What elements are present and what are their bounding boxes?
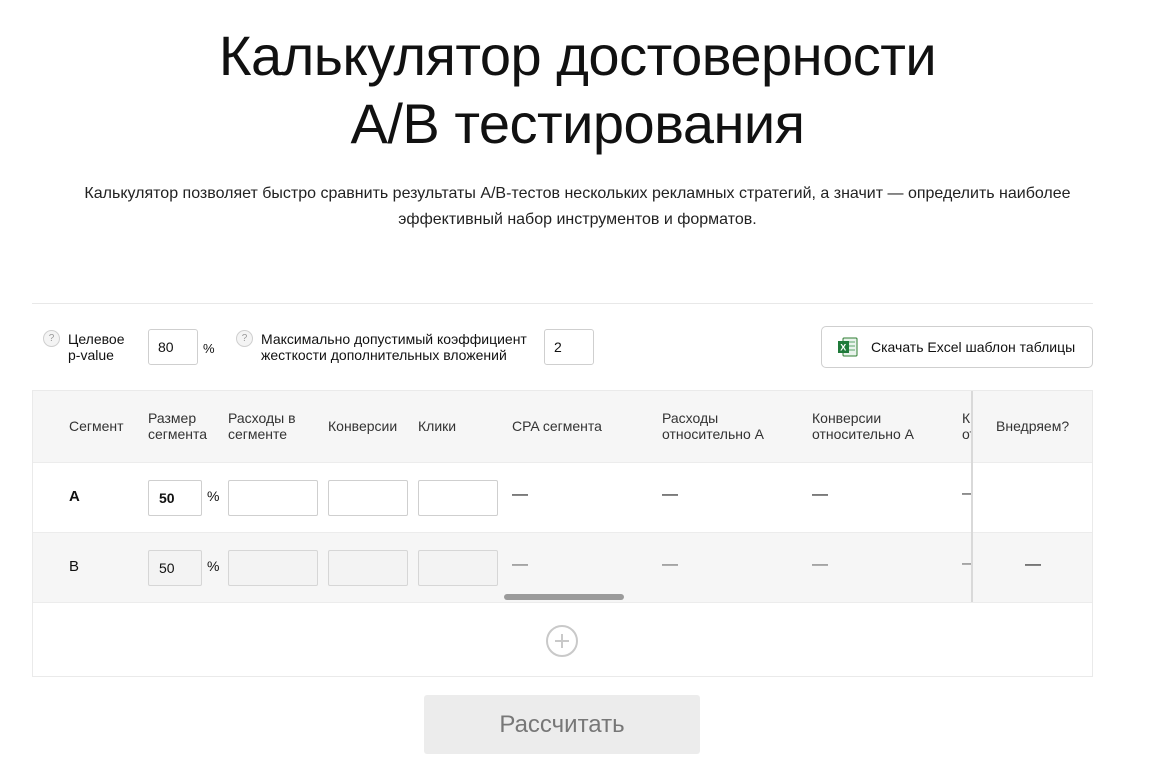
header-conversions-relative-line1: Конверсии [812, 410, 882, 426]
divider [32, 303, 1093, 304]
header-clicks: Клики [418, 418, 457, 434]
download-excel-button[interactable]: X Скачать Excel шаблон таблицы [821, 326, 1093, 368]
page-title-line2: A/B тестирования [350, 92, 806, 155]
segment-size-unit: % [207, 558, 220, 574]
cpa-value: — [512, 556, 528, 573]
coef-label: Максимально допустимый коэффициент жестк… [261, 331, 527, 363]
coef-input[interactable] [544, 329, 594, 365]
pvalue-label: Целевое p-value [68, 331, 125, 363]
header-size-line1: Размер [148, 410, 197, 426]
header-conversions-relative-line2: относительно А [812, 426, 915, 442]
table-row: A % — — — — [33, 462, 1092, 532]
header-cpa: CPA сегмента [512, 418, 602, 434]
segments-table: Сегмент Размер сегмента Расходы в сегмен… [32, 390, 1093, 677]
pvalue-label-line1: Целевое [68, 331, 125, 347]
pvalue-unit: % [203, 341, 215, 356]
excel-icon-letter: X [840, 343, 846, 353]
header-spend: Расходы в сегменте [228, 410, 296, 442]
coef-label-line1: Максимально допустимый коэффициент [261, 331, 527, 347]
conversions-input[interactable] [328, 550, 408, 586]
calculate-button[interactable]: Рассчитать [424, 695, 700, 754]
header-size-line2: сегмента [148, 426, 208, 442]
conversions-relative-value: — [812, 486, 828, 503]
segment-size-input[interactable] [148, 480, 202, 516]
segment-label: A [69, 488, 80, 505]
header-segment: Сегмент [69, 418, 124, 434]
help-icon[interactable]: ? [236, 330, 253, 347]
spend-relative-value: — [662, 486, 678, 503]
page-subtitle: Калькулятор позволяет быстро сравнить ре… [84, 185, 1071, 228]
header-implement: Внедряем? [996, 418, 1070, 434]
add-row-area [33, 602, 1092, 676]
table-header: Сегмент Размер сегмента Расходы в сегмен… [33, 391, 1092, 462]
implement-column: Внедряем? — [971, 391, 1092, 602]
implement-cell: — [973, 532, 1092, 602]
excel-icon: X [837, 336, 859, 358]
header-spend-line1: Расходы в [228, 410, 296, 426]
header-spend-line2: сегменте [228, 426, 288, 442]
implement-value: — [1025, 556, 1041, 573]
header-conversions-relative: Конверсии относительно А [812, 410, 914, 442]
spend-relative-value: — [662, 556, 678, 573]
clicks-input[interactable] [418, 550, 498, 586]
page-title: Калькулятор достоверности A/B тестирован… [0, 22, 1155, 158]
header-spend-relative-line1: Расходы [662, 410, 719, 426]
add-segment-icon[interactable] [546, 625, 578, 657]
coef-label-line2: жесткости дополнительных вложений [261, 347, 507, 363]
implement-cell [973, 462, 1092, 532]
conversions-input[interactable] [328, 480, 408, 516]
conversions-relative-value: — [812, 556, 828, 573]
download-excel-label: Скачать Excel шаблон таблицы [871, 339, 1076, 355]
cpa-value: — [512, 486, 528, 503]
header-conversions: Конверсии [328, 418, 398, 434]
segment-label: B [69, 558, 80, 575]
header-spend-relative: Расходы относительно А [662, 410, 764, 442]
pvalue-input[interactable] [148, 329, 198, 365]
clicks-input[interactable] [418, 480, 498, 516]
spend-input[interactable] [228, 480, 318, 516]
header-implement-cell: Внедряем? [973, 391, 1092, 462]
pvalue-label-line2: p-value [68, 347, 114, 363]
page-title-line1: Калькулятор достоверности [218, 24, 937, 87]
segment-size-input[interactable] [148, 550, 202, 586]
header-size: Размер сегмента [148, 410, 207, 442]
horizontal-scrollbar[interactable] [504, 594, 624, 600]
header-spend-relative-line2: относительно А [662, 426, 765, 442]
help-icon[interactable]: ? [43, 330, 60, 347]
table-row: B % — — — — [33, 532, 1092, 602]
segment-size-unit: % [207, 488, 220, 504]
spend-input[interactable] [228, 550, 318, 586]
